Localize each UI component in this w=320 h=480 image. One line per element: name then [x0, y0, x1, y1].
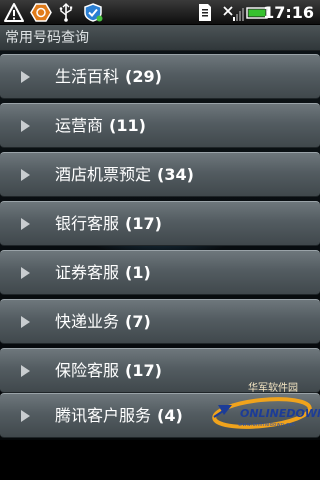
play-arrow-icon [21, 169, 30, 181]
list-item-label: 快递业务 (7) [55, 312, 151, 331]
page-title: 常用号码查询 [5, 30, 89, 46]
sim-card-icon [199, 4, 211, 21]
list-item-living-encyclopedia[interactable]: 生活百科 (29) [0, 54, 320, 99]
shield-app-icon [84, 3, 103, 22]
list-item-label: 酒店机票预定 (34) [55, 165, 194, 184]
signal-strength-icon [233, 8, 244, 21]
list-item-label: 运营商 (11) [55, 116, 146, 135]
phone-screen: 17:16 常用号码查询 生活百科 (29) 运营商 (11) 酒店机票预定 (34)… [0, 0, 320, 480]
list-item-securities-service[interactable]: 证券客服 (1) [0, 250, 320, 295]
play-arrow-icon [21, 218, 30, 230]
status-clock: 17:16 [263, 3, 314, 22]
watermark-logo: 华军软件园 ONLINEDOWN www.onlinedown.net [210, 383, 320, 439]
category-list: 生活百科 (29) 运营商 (11) 酒店机票预定 (34) 银行客服 (17) 证券客… [0, 51, 320, 440]
play-arrow-icon [21, 267, 30, 279]
list-item-label: 腾讯客户服务 (4) [55, 406, 183, 425]
list-item-label: 银行客服 (17) [55, 214, 162, 233]
title-bar: 常用号码查询 [0, 25, 320, 51]
play-arrow-icon [21, 410, 30, 422]
watermark-top-text: 华军软件园 [248, 383, 298, 394]
list-item-label: 保险客服 (17) [55, 361, 162, 380]
list-item-carriers[interactable]: 运营商 (11) [0, 103, 320, 148]
list-item-label: 证券客服 (1) [55, 263, 151, 282]
play-arrow-icon [21, 71, 30, 83]
list-item-label: 生活百科 (29) [55, 67, 162, 86]
list-item-hotel-flight-booking[interactable]: 酒店机票预定 (34) [0, 152, 320, 197]
usb-icon [59, 3, 73, 22]
play-arrow-icon [21, 365, 30, 377]
list-item-express-delivery[interactable]: 快递业务 (7) [0, 299, 320, 344]
watermark-url-text: www.onlinedown.net [238, 422, 296, 428]
watermark-brand-text: ONLINEDOWN [240, 407, 320, 420]
list-item-bank-service[interactable]: 银行客服 (17) [0, 201, 320, 246]
warning-icon [4, 3, 24, 22]
status-bar: 17:16 [0, 0, 320, 25]
bottom-area [0, 440, 320, 480]
orange-hexagon-app-icon [30, 3, 52, 22]
play-arrow-icon [21, 120, 30, 132]
play-arrow-icon [21, 316, 30, 328]
